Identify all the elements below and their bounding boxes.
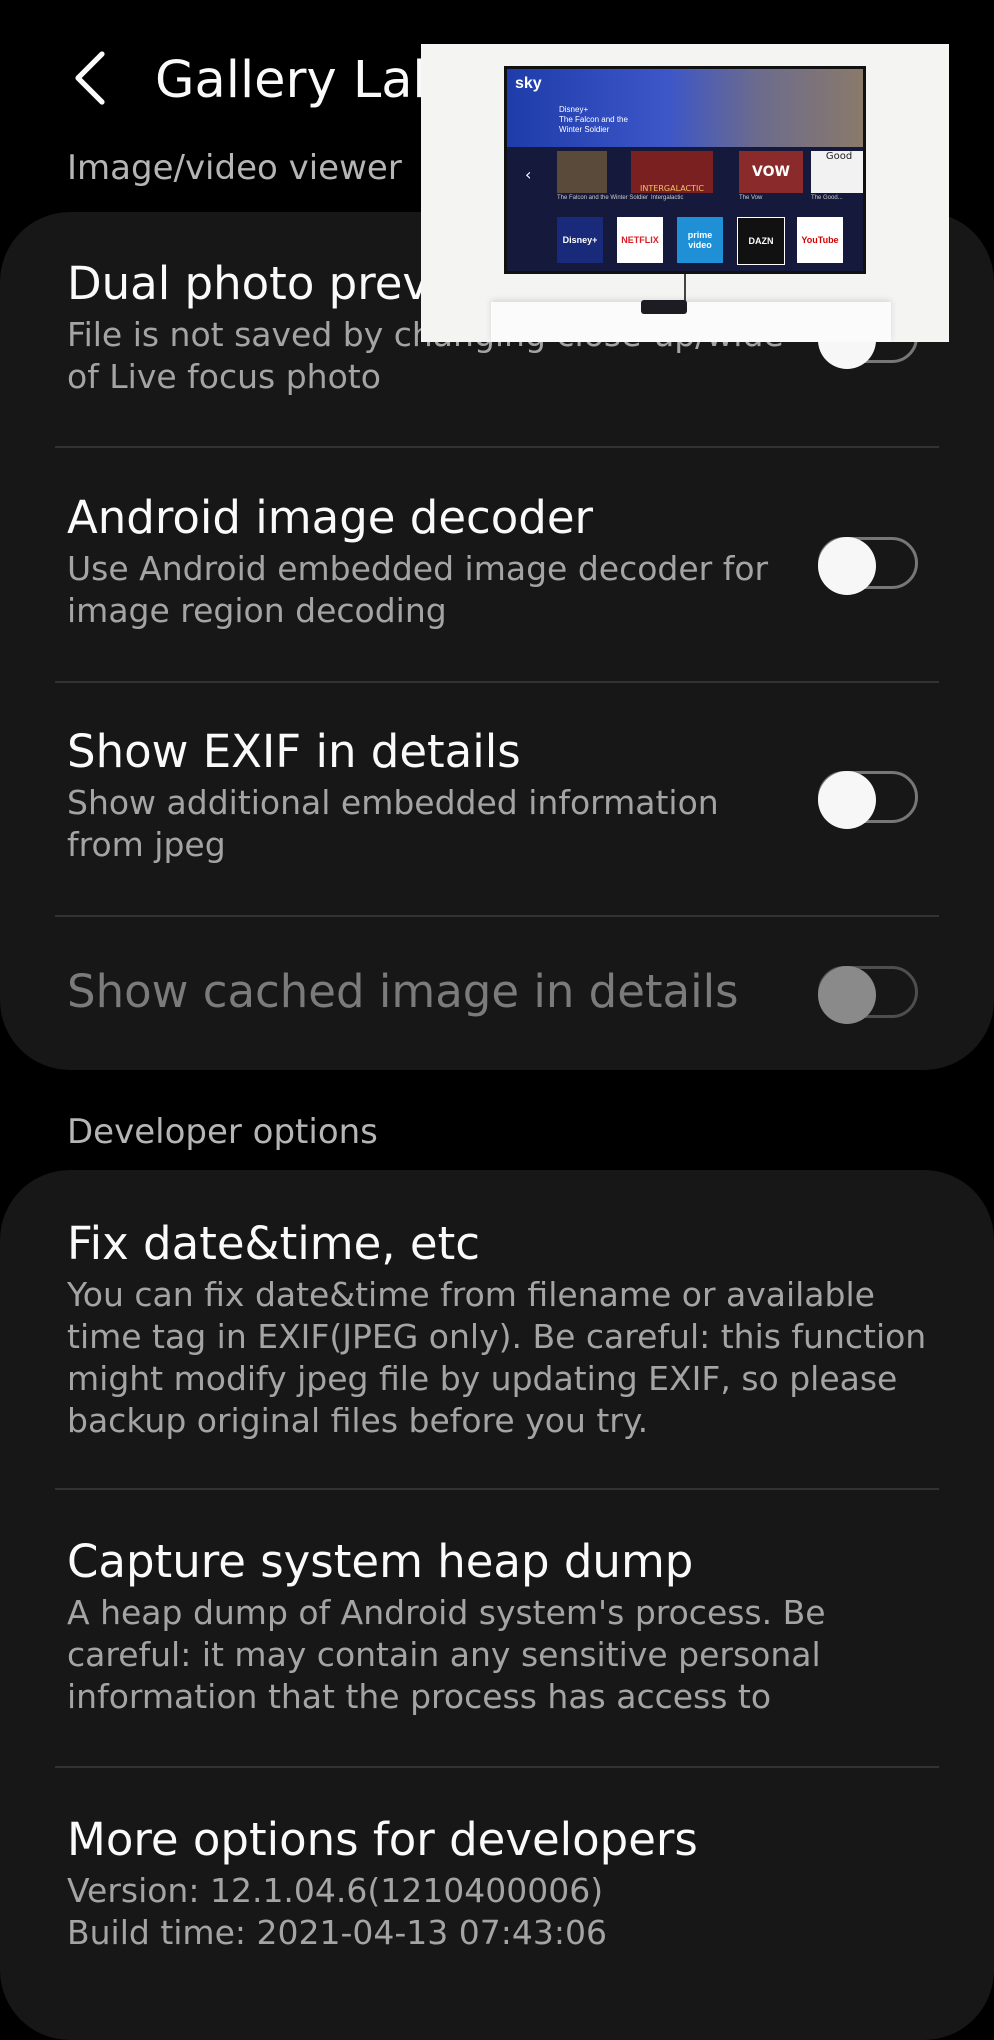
setting-show-exif[interactable]: Show EXIF in details Show additional emb… <box>67 724 927 866</box>
hero-line: The Falcon and the <box>559 115 628 124</box>
build-time-text: Build time: 2021-04-13 07:43:06 <box>67 1913 607 1952</box>
overlay-image-tv: sky Disney+ The Falcon and the Winter So… <box>421 44 949 342</box>
setting-show-cached-image: Show cached image in details <box>67 964 927 1020</box>
toggle-knob <box>818 966 876 1024</box>
section-label-image-viewer: Image/video viewer <box>67 148 402 188</box>
toggle-knob <box>818 537 876 595</box>
setting-subtitle: A heap dump of Android system's process.… <box>67 1593 826 1716</box>
section-label-developer: Developer options <box>67 1112 378 1152</box>
hero-line: Winter Soldier <box>559 125 610 134</box>
divider <box>55 446 939 448</box>
setting-subtitle: Use Android embedded image decoder for i… <box>67 549 769 630</box>
divider <box>55 915 939 917</box>
setting-title: Show cached image in details <box>67 965 739 1018</box>
content-tile: VOW <box>739 151 803 193</box>
app-tile-netflix: NETFLIX <box>617 217 663 263</box>
setting-capture-heap-dump[interactable]: Capture system heap dump A heap dump of … <box>67 1534 927 1718</box>
hero-text: Disney+ The Falcon and the Winter Soldie… <box>559 105 628 135</box>
cable <box>684 274 686 302</box>
setting-title: Capture system heap dump <box>67 1535 694 1588</box>
setting-subtitle: You can fix date&time from filename or a… <box>67 1275 927 1440</box>
setting-more-developer-options[interactable]: More options for developers Version: 12.… <box>67 1812 927 1954</box>
app-tile-disney: Disney+ <box>557 217 603 263</box>
tile-caption: Intergalactic <box>651 195 684 201</box>
app-tile-dazn: DAZN <box>737 217 785 265</box>
set-top-box <box>641 300 687 314</box>
chevron-left-icon: ‹ <box>525 165 532 184</box>
content-tile <box>557 151 607 193</box>
app-tile-prime: prime video <box>677 217 723 263</box>
app-tile-youtube: YouTube <box>797 217 843 263</box>
content-tile: INTERGALACTIC <box>631 151 713 193</box>
android-image-decoder-toggle[interactable] <box>818 537 918 595</box>
show-cached-image-toggle <box>818 966 918 1024</box>
developer-options-card: Fix date&time, etc You can fix date&time… <box>0 1170 994 2040</box>
content-tiles: INTERGALACTIC VOW Good The Falcon and th… <box>557 151 863 201</box>
setting-fix-date-time[interactable]: Fix date&time, etc You can fix date&time… <box>67 1216 927 1442</box>
back-button[interactable] <box>60 45 120 111</box>
show-exif-toggle[interactable] <box>818 771 918 829</box>
setting-title: Show EXIF in details <box>67 725 521 778</box>
app-row: Disney+ NETFLIX prime video DAZN YouTube <box>557 217 863 265</box>
tile-caption: The Good... <box>811 195 843 201</box>
shelf <box>491 302 891 342</box>
divider <box>55 1488 939 1490</box>
tile-caption: The Vow <box>739 195 763 201</box>
chevron-left-icon <box>75 51 105 105</box>
content-tile: Good <box>811 151 863 193</box>
setting-title: Android image decoder <box>67 491 594 544</box>
setting-title: More options for developers <box>67 1813 698 1866</box>
tile-caption: The Falcon and the Winter Soldier <box>557 195 649 201</box>
hero-line: Disney+ <box>559 105 589 114</box>
divider <box>55 1766 939 1768</box>
tv-screen: sky Disney+ The Falcon and the Winter So… <box>504 66 866 274</box>
toggle-knob <box>818 771 876 829</box>
setting-title: Fix date&time, etc <box>67 1217 480 1270</box>
setting-subtitle: Show additional embedded information fro… <box>67 783 719 864</box>
version-text: Version: 12.1.04.6(1210400006) <box>67 1871 604 1910</box>
divider <box>55 681 939 683</box>
setting-android-image-decoder[interactable]: Android image decoder Use Android embedd… <box>67 490 927 632</box>
brand-logo: sky <box>515 75 542 92</box>
